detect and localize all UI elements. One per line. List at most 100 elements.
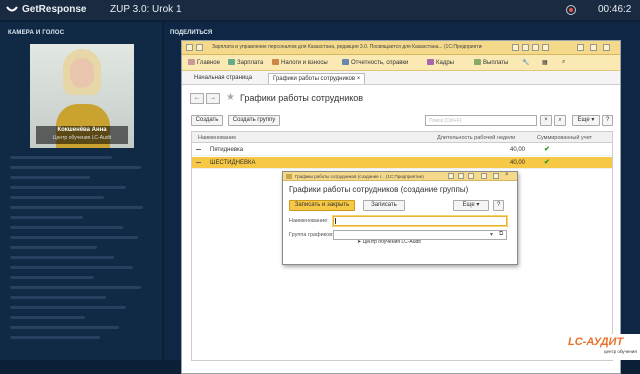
percent-icon [272, 59, 279, 65]
create-group-dialog: Графики работы сотрудников (создание г..… [282, 171, 518, 265]
presenter-video: Кокшенёва Анна Центр обучения LC-Audit [30, 44, 134, 148]
toolbar-icon[interactable] [532, 44, 539, 51]
table-header: Наименование Длительность рабочей недели… [192, 132, 612, 143]
tab-work-schedules[interactable]: Графики работы сотрудников × [268, 73, 366, 84]
menu-item-reports[interactable]: Отчетность, справки [342, 59, 408, 66]
minimize-icon[interactable] [577, 44, 584, 51]
toolbar-icon[interactable] [458, 173, 464, 179]
row-duration: 40,00 [510, 160, 526, 166]
close-icon[interactable]: × [505, 172, 509, 178]
grid-icon[interactable]: ▦ [542, 59, 548, 66]
wrench-icon[interactable]: 🔧 [522, 59, 529, 66]
dialog-title-bar: Графики работы сотрудников (создание г..… [283, 172, 517, 181]
open-link-icon[interactable]: ⧉ [499, 231, 503, 238]
toolbar-icon[interactable] [512, 44, 519, 51]
brand-name: GetResponse [22, 4, 87, 15]
app-window-title: Зарплата и управление персоналом для Каз… [212, 44, 482, 50]
back-button[interactable]: ← [190, 93, 204, 104]
toolbar-icon[interactable] [448, 173, 454, 179]
menu-item-label: Кадры [436, 60, 454, 66]
presenter-org: Центр обучения LC-Audit [52, 135, 112, 141]
table-row-selected[interactable]: ШЕСТИДНЕВКА 40,00 ✔ [192, 157, 612, 169]
open-tabs: Начальная страница Графики работы сотруд… [182, 71, 620, 85]
minimize-icon[interactable] [481, 173, 487, 179]
tab-label: Графики работы сотрудников [273, 76, 356, 82]
create-button[interactable]: Создать [191, 115, 223, 126]
home-icon [188, 59, 195, 65]
page-title: Графики работы сотрудников [240, 93, 364, 103]
top-bar: GetResponse ZUP 3.0: Urok 1 00:46:2 [0, 0, 640, 20]
column-header-name[interactable]: Наименование [198, 135, 236, 141]
row-duration: 40,00 [510, 147, 526, 153]
toolbar-icon[interactable] [542, 44, 549, 51]
1c-app-window: Зарплата и управление персоналом для Каз… [181, 40, 621, 374]
menu-item-label: Выплаты [483, 60, 509, 66]
screen-share-panel: ПОДЕЛИТЬСЯ Зарплата и управление персона… [164, 22, 640, 374]
report-icon [342, 59, 349, 65]
save-button[interactable]: Записать [363, 200, 405, 211]
lc-audit-logo: LC-АУДИТ центр обучения [564, 334, 640, 360]
chat-area-blurred [10, 156, 155, 346]
app-logo-icon [186, 44, 193, 51]
checkmark-icon: ✔ [544, 159, 550, 166]
close-icon[interactable] [603, 44, 610, 51]
more-label: Еще [462, 202, 475, 208]
column-header-summed[interactable]: Суммированный учет [537, 135, 592, 141]
people-icon [427, 59, 434, 65]
getresponse-logo-icon [6, 6, 18, 12]
salary-icon [228, 59, 235, 65]
menu-item-payments[interactable]: Выплаты [474, 59, 508, 66]
favorite-star-icon[interactable]: ★ [226, 92, 235, 103]
more-label: Еще [577, 117, 590, 123]
camera-panel: КАМЕРА И ГОЛОС Кокшенёва Анна Центр обуч… [0, 22, 162, 360]
toolbar-icon[interactable] [468, 173, 474, 179]
forward-button[interactable]: → [206, 93, 220, 104]
dialog-more-button[interactable]: Еще ▾ [453, 200, 489, 211]
search-input[interactable]: Поиск (Ctrl+F) [425, 115, 537, 126]
dropdown-icon[interactable]: ▾ [490, 231, 493, 238]
menu-item-salary[interactable]: Зарплата [228, 59, 263, 66]
name-label: Наименование: [289, 218, 329, 224]
menu-item-main[interactable]: Главное [188, 59, 220, 66]
logo-text: LC-АУДИТ [568, 336, 624, 348]
presenter-name: Кокшенёва Анна [57, 127, 107, 133]
group-label: Группа графиков: [289, 232, 334, 238]
group-input[interactable] [333, 230, 507, 240]
wallet-icon [474, 59, 481, 65]
menu-item-taxes[interactable]: Налоги и взносы [272, 59, 328, 66]
presenter-face [70, 58, 94, 88]
dialog-title: Графики работы сотрудников (создание гру… [289, 185, 469, 194]
name-input[interactable] [333, 216, 507, 226]
create-group-button[interactable]: Создать группу [228, 115, 280, 126]
search-icon[interactable]: ⌕ [562, 59, 565, 66]
menu-item-label: Зарплата [237, 60, 264, 66]
dialog-help-button[interactable]: ? [493, 200, 504, 211]
row-marker-icon [196, 149, 201, 150]
menu-item-label: Отчетность, справки [351, 60, 409, 66]
menu-icon[interactable] [196, 44, 203, 51]
help-button[interactable]: ? [602, 115, 613, 126]
logo-subtitle: центр обучения [604, 349, 637, 354]
table-row[interactable]: Пятидневка 40,00 ✔ [192, 144, 612, 156]
row-name: Пятидневка [210, 147, 244, 153]
app-title-bar: Зарплата и управление персоналом для Каз… [182, 41, 620, 55]
row-name: ШЕСТИДНЕВКА [210, 160, 256, 166]
save-and-close-button[interactable]: Записать и закрыть [289, 200, 355, 211]
toolbar-icon[interactable] [522, 44, 529, 51]
menu-item-personnel[interactable]: Кадры [427, 59, 454, 66]
more-button[interactable]: Еще ▾ [572, 115, 600, 126]
session-timer: 00:46:2 [598, 4, 632, 15]
search-button[interactable]: ⌕ [554, 115, 566, 126]
text-caret [335, 218, 336, 224]
section-menu: Главное Зарплата Налоги и взносы Отчетно… [182, 55, 620, 71]
menu-item-label: Главное [197, 60, 220, 66]
clear-search-button[interactable]: × [540, 115, 552, 126]
tab-close-icon[interactable]: × [357, 76, 361, 82]
maximize-icon[interactable] [493, 173, 499, 179]
checkmark-icon: ✔ [544, 146, 550, 153]
column-header-duration[interactable]: Длительность рабочей недели [437, 135, 515, 141]
dialog-window-title: Графики работы сотрудников (создание г..… [295, 174, 424, 179]
maximize-icon[interactable] [590, 44, 597, 51]
record-icon[interactable] [566, 5, 576, 15]
tab-home[interactable]: Начальная страница [190, 73, 256, 84]
